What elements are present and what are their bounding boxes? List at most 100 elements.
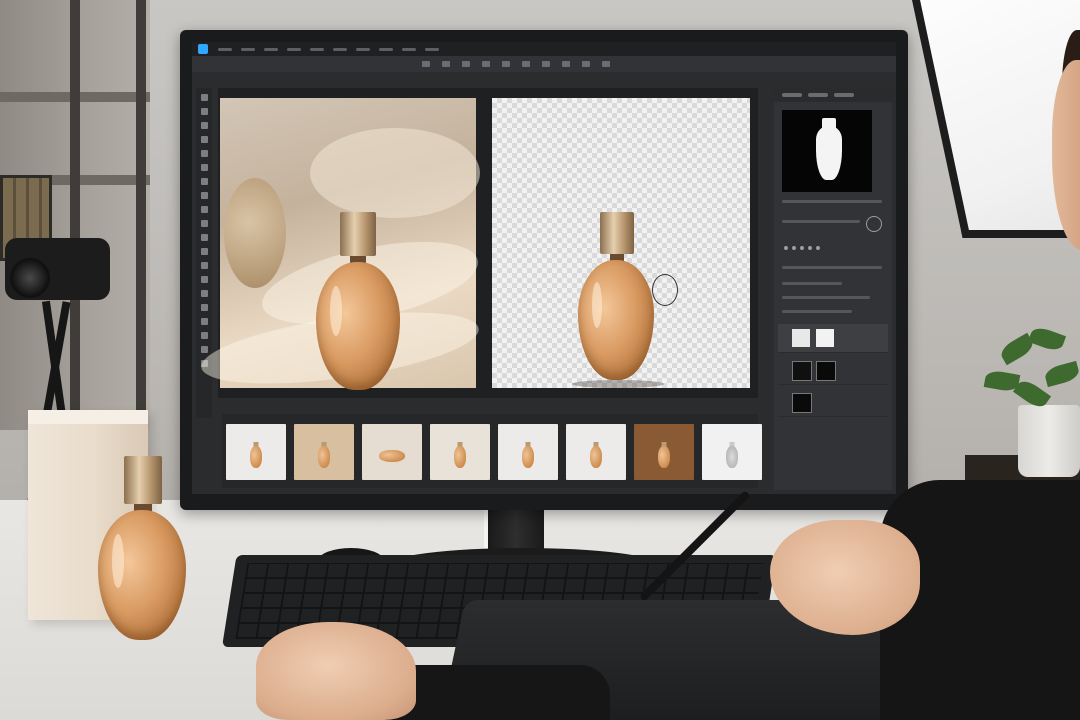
option-button[interactable] — [602, 61, 610, 67]
select-tool-icon[interactable] — [200, 136, 208, 143]
bottle-cap — [124, 456, 162, 504]
layer-row[interactable] — [778, 324, 888, 353]
brush-tool-icon[interactable] — [200, 192, 208, 199]
bottle-body — [316, 262, 400, 390]
brush-dot[interactable] — [784, 246, 788, 250]
layer-row[interactable] — [778, 388, 888, 417]
option-button[interactable] — [502, 61, 510, 67]
app-logo-icon[interactable] — [198, 44, 208, 54]
move-tool-icon[interactable] — [200, 94, 208, 101]
filmstrip-thumbnail[interactable] — [430, 424, 490, 480]
option-button[interactable] — [482, 61, 490, 67]
desk-perfume-bottle — [96, 456, 188, 642]
menu-item[interactable] — [218, 47, 232, 51]
person-hand-left — [256, 622, 416, 720]
option-button[interactable] — [542, 61, 550, 67]
layer-mask-thumbnail — [816, 329, 834, 347]
menu-item[interactable] — [241, 47, 255, 51]
filmstrip-thumbnail[interactable] — [362, 424, 422, 480]
panel-slider[interactable] — [782, 282, 842, 285]
mask-shape — [816, 126, 842, 180]
shelf-post — [136, 0, 146, 430]
marquee-tool-icon[interactable] — [200, 108, 208, 115]
filmstrip-thumbnail[interactable] — [634, 424, 694, 480]
shape-tool-icon[interactable] — [200, 332, 208, 339]
eraser-tool-icon[interactable] — [200, 234, 208, 241]
filmstrip-thumbnail[interactable] — [702, 424, 762, 480]
panel-tab[interactable] — [808, 93, 828, 97]
layer-thumbnail — [792, 361, 812, 381]
bottle-cap — [340, 212, 376, 256]
plant-leaf — [1043, 360, 1080, 388]
dodge-tool-icon[interactable] — [200, 276, 208, 283]
brush-dot[interactable] — [816, 246, 820, 250]
blur-tool-icon[interactable] — [200, 262, 208, 269]
option-button[interactable] — [442, 61, 450, 67]
menu-bar[interactable] — [192, 42, 896, 56]
shelf-post — [70, 0, 80, 430]
gradient-tool-icon[interactable] — [200, 248, 208, 255]
layer-thumbnail — [792, 393, 812, 413]
plant-leaf — [1027, 324, 1067, 354]
bottle-highlight — [112, 534, 124, 588]
perfume-bottle-cutout — [578, 212, 658, 382]
properties-panel — [774, 88, 896, 490]
brush-cursor-icon — [652, 274, 678, 306]
monitor-stand — [488, 508, 544, 553]
option-button[interactable] — [522, 61, 530, 67]
option-button[interactable] — [462, 61, 470, 67]
filmstrip-thumbnail[interactable] — [566, 424, 626, 480]
filmstrip-thumbnail[interactable] — [294, 424, 354, 480]
menu-item[interactable] — [356, 47, 370, 51]
menu-item[interactable] — [379, 47, 393, 51]
history-tool-icon[interactable] — [200, 220, 208, 227]
brush-size-icon[interactable] — [866, 216, 882, 232]
monitor — [180, 30, 908, 510]
path-tool-icon[interactable] — [200, 318, 208, 325]
filmstrip-thumbnail[interactable] — [498, 424, 558, 480]
brush-dot[interactable] — [808, 246, 812, 250]
eyedropper-tool-icon[interactable] — [200, 164, 208, 171]
photo-editor-screen — [192, 42, 896, 494]
layer-row[interactable] — [778, 356, 888, 385]
filmstrip — [222, 414, 762, 488]
filmstrip-thumbnail[interactable] — [226, 424, 286, 480]
panel-tab[interactable] — [782, 93, 802, 97]
menu-item[interactable] — [310, 47, 324, 51]
healing-tool-icon[interactable] — [200, 178, 208, 185]
fabric-fold — [310, 128, 480, 218]
panel-slider[interactable] — [782, 266, 882, 269]
perfume-bottle — [314, 212, 404, 392]
hand-tool-icon[interactable] — [200, 346, 208, 353]
menu-item[interactable] — [402, 47, 416, 51]
panel-tab[interactable] — [834, 93, 854, 97]
menu-item[interactable] — [287, 47, 301, 51]
camera-lens — [10, 258, 50, 298]
panel-slider[interactable] — [782, 310, 852, 313]
bottle-highlight — [592, 282, 602, 328]
panel-slider[interactable] — [782, 296, 870, 299]
original-product-photo[interactable] — [197, 98, 485, 398]
stamp-tool-icon[interactable] — [200, 206, 208, 213]
bottle-body — [98, 510, 186, 640]
crop-tool-icon[interactable] — [200, 150, 208, 157]
panel-slider[interactable] — [782, 200, 882, 203]
brush-dot[interactable] — [792, 246, 796, 250]
panel-slider[interactable] — [782, 220, 860, 223]
type-tool-icon[interactable] — [200, 304, 208, 311]
pen-tool-icon[interactable] — [200, 290, 208, 297]
option-button[interactable] — [562, 61, 570, 67]
brush-dot[interactable] — [800, 246, 804, 250]
decor-sphere — [224, 178, 286, 288]
menu-item[interactable] — [425, 47, 439, 51]
menu-item[interactable] — [333, 47, 347, 51]
lasso-tool-icon[interactable] — [200, 122, 208, 129]
option-button[interactable] — [422, 61, 430, 67]
option-button[interactable] — [582, 61, 590, 67]
options-bar — [192, 56, 896, 72]
panel-tabs[interactable] — [774, 88, 896, 102]
background-removed-cutout[interactable] — [492, 98, 750, 388]
bottle-highlight — [330, 286, 342, 336]
menu-item[interactable] — [264, 47, 278, 51]
plant-pot — [1018, 405, 1080, 477]
